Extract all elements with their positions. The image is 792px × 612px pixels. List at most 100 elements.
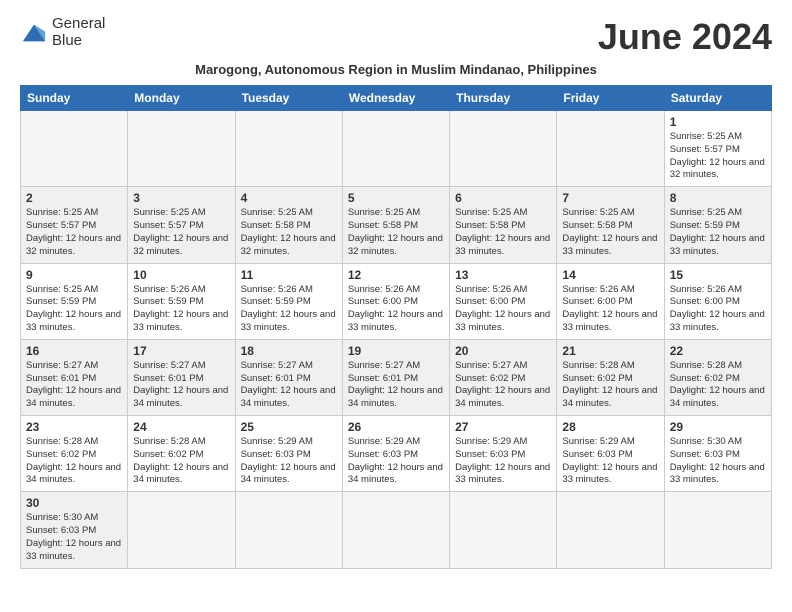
calendar-cell: 15Sunrise: 5:26 AM Sunset: 6:00 PM Dayli… [664,263,771,339]
day-info: Sunrise: 5:25 AM Sunset: 5:59 PM Dayligh… [26,284,122,335]
day-number: 3 [133,191,229,205]
day-number: 27 [455,420,551,434]
calendar-cell [21,111,128,187]
calendar-cell [342,111,449,187]
day-info: Sunrise: 5:25 AM Sunset: 5:57 PM Dayligh… [26,207,122,258]
calendar-cell [664,492,771,568]
day-info: Sunrise: 5:27 AM Sunset: 6:02 PM Dayligh… [455,360,551,411]
calendar-cell [128,111,235,187]
weekday-header-monday: Monday [128,86,235,111]
day-info: Sunrise: 5:26 AM Sunset: 6:00 PM Dayligh… [455,284,551,335]
day-info: Sunrise: 5:25 AM Sunset: 5:58 PM Dayligh… [455,207,551,258]
day-number: 28 [562,420,658,434]
calendar-cell: 22Sunrise: 5:28 AM Sunset: 6:02 PM Dayli… [664,339,771,415]
calendar-cell: 10 Sunrise: 5:26 AM Sunset: 5:59 PM Dayli… [128,263,235,339]
weekday-header-friday: Friday [557,86,664,111]
calendar-cell: 27 Sunrise: 5:29 AM Sunset: 6:03 PM Dayli… [450,416,557,492]
logo-icon [20,19,48,47]
day-number: 1 [670,115,766,129]
logo-text: General Blue [52,16,105,49]
calendar-cell: 17Sunrise: 5:27 AM Sunset: 6:01 PM Dayli… [128,339,235,415]
calendar-cell: 12 Sunrise: 5:26 AM Sunset: 6:00 PM Dayli… [342,263,449,339]
day-number: 9 [26,268,122,282]
calendar-cell: 28Sunrise: 5:29 AM Sunset: 6:03 PM Dayli… [557,416,664,492]
day-number: 29 [670,420,766,434]
logo: General Blue [20,16,105,49]
calendar-cell: 18 Sunrise: 5:27 AM Sunset: 6:01 PM Dayli… [235,339,342,415]
calendar-cell: 14 Sunrise: 5:26 AM Sunset: 6:00 PM Dayli… [557,263,664,339]
day-info: Sunrise: 5:27 AM Sunset: 6:01 PM Dayligh… [241,360,337,411]
day-info: Sunrise: 5:25 AM Sunset: 5:59 PM Dayligh… [670,207,766,258]
month-title: June 2024 [598,16,772,58]
calendar-cell: 20Sunrise: 5:27 AM Sunset: 6:02 PM Dayli… [450,339,557,415]
calendar-cell: 23Sunrise: 5:28 AM Sunset: 6:02 PM Dayli… [21,416,128,492]
day-number: 7 [562,191,658,205]
day-info: Sunrise: 5:28 AM Sunset: 6:02 PM Dayligh… [26,436,122,487]
day-info: Sunrise: 5:25 AM Sunset: 5:58 PM Dayligh… [562,207,658,258]
calendar-cell: 4 Sunrise: 5:25 AM Sunset: 5:58 PM Daylig… [235,187,342,263]
day-info: Sunrise: 5:25 AM Sunset: 5:58 PM Dayligh… [241,207,337,258]
calendar-cell: 9 Sunrise: 5:25 AM Sunset: 5:59 PM Daylig… [21,263,128,339]
day-number: 18 [241,344,337,358]
calendar-cell: 24Sunrise: 5:28 AM Sunset: 6:02 PM Dayli… [128,416,235,492]
day-info: Sunrise: 5:25 AM Sunset: 5:58 PM Dayligh… [348,207,444,258]
day-number: 11 [241,268,337,282]
calendar-cell [557,492,664,568]
day-info: Sunrise: 5:26 AM Sunset: 6:00 PM Dayligh… [348,284,444,335]
weekday-header-saturday: Saturday [664,86,771,111]
day-info: Sunrise: 5:27 AM Sunset: 6:01 PM Dayligh… [26,360,122,411]
calendar-cell: 11Sunrise: 5:26 AM Sunset: 5:59 PM Dayli… [235,263,342,339]
calendar-table: SundayMondayTuesdayWednesdayThursdayFrid… [20,85,772,569]
calendar-cell: 30Sunrise: 5:30 AM Sunset: 6:03 PM Dayli… [21,492,128,568]
calendar-cell: 21 Sunrise: 5:28 AM Sunset: 6:02 PM Dayli… [557,339,664,415]
weekday-header-tuesday: Tuesday [235,86,342,111]
calendar-cell: 25 Sunrise: 5:29 AM Sunset: 6:03 PM Dayli… [235,416,342,492]
day-number: 19 [348,344,444,358]
day-number: 13 [455,268,551,282]
day-info: Sunrise: 5:30 AM Sunset: 6:03 PM Dayligh… [670,436,766,487]
calendar-subtitle: Marogong, Autonomous Region in Muslim Mi… [20,62,772,77]
calendar-cell [342,492,449,568]
calendar-cell: 29 Sunrise: 5:30 AM Sunset: 6:03 PM Dayli… [664,416,771,492]
day-info: Sunrise: 5:30 AM Sunset: 6:03 PM Dayligh… [26,512,122,563]
page-header: General Blue June 2024 [20,16,772,58]
calendar-cell: 7 Sunrise: 5:25 AM Sunset: 5:58 PM Daylig… [557,187,664,263]
day-info: Sunrise: 5:29 AM Sunset: 6:03 PM Dayligh… [455,436,551,487]
calendar-cell [450,492,557,568]
day-number: 25 [241,420,337,434]
calendar-cell: 13 Sunrise: 5:26 AM Sunset: 6:00 PM Dayli… [450,263,557,339]
day-number: 6 [455,191,551,205]
calendar-cell: 8 Sunrise: 5:25 AM Sunset: 5:59 PM Daylig… [664,187,771,263]
day-number: 21 [562,344,658,358]
day-number: 10 [133,268,229,282]
day-info: Sunrise: 5:27 AM Sunset: 6:01 PM Dayligh… [348,360,444,411]
day-info: Sunrise: 5:29 AM Sunset: 6:03 PM Dayligh… [241,436,337,487]
calendar-cell: 2Sunrise: 5:25 AM Sunset: 5:57 PM Daylig… [21,187,128,263]
day-info: Sunrise: 5:28 AM Sunset: 6:02 PM Dayligh… [133,436,229,487]
day-number: 16 [26,344,122,358]
day-number: 26 [348,420,444,434]
day-number: 12 [348,268,444,282]
weekday-header-thursday: Thursday [450,86,557,111]
day-number: 15 [670,268,766,282]
calendar-cell: 26 Sunrise: 5:29 AM Sunset: 6:03 PM Dayli… [342,416,449,492]
day-info: Sunrise: 5:28 AM Sunset: 6:02 PM Dayligh… [562,360,658,411]
day-info: Sunrise: 5:26 AM Sunset: 5:59 PM Dayligh… [133,284,229,335]
calendar-cell [128,492,235,568]
day-number: 5 [348,191,444,205]
day-info: Sunrise: 5:29 AM Sunset: 6:03 PM Dayligh… [348,436,444,487]
calendar-cell [450,111,557,187]
weekday-header-row: SundayMondayTuesdayWednesdayThursdayFrid… [21,86,772,111]
day-number: 8 [670,191,766,205]
calendar-cell: 3 Sunrise: 5:25 AM Sunset: 5:57 PM Daylig… [128,187,235,263]
day-number: 14 [562,268,658,282]
calendar-cell [235,111,342,187]
day-info: Sunrise: 5:26 AM Sunset: 6:00 PM Dayligh… [562,284,658,335]
day-info: Sunrise: 5:27 AM Sunset: 6:01 PM Dayligh… [133,360,229,411]
day-number: 4 [241,191,337,205]
calendar-cell: 6 Sunrise: 5:25 AM Sunset: 5:58 PM Daylig… [450,187,557,263]
day-info: Sunrise: 5:25 AM Sunset: 5:57 PM Dayligh… [133,207,229,258]
calendar-cell: 5 Sunrise: 5:25 AM Sunset: 5:58 PM Daylig… [342,187,449,263]
calendar-cell [235,492,342,568]
calendar-cell: 19 Sunrise: 5:27 AM Sunset: 6:01 PM Dayli… [342,339,449,415]
